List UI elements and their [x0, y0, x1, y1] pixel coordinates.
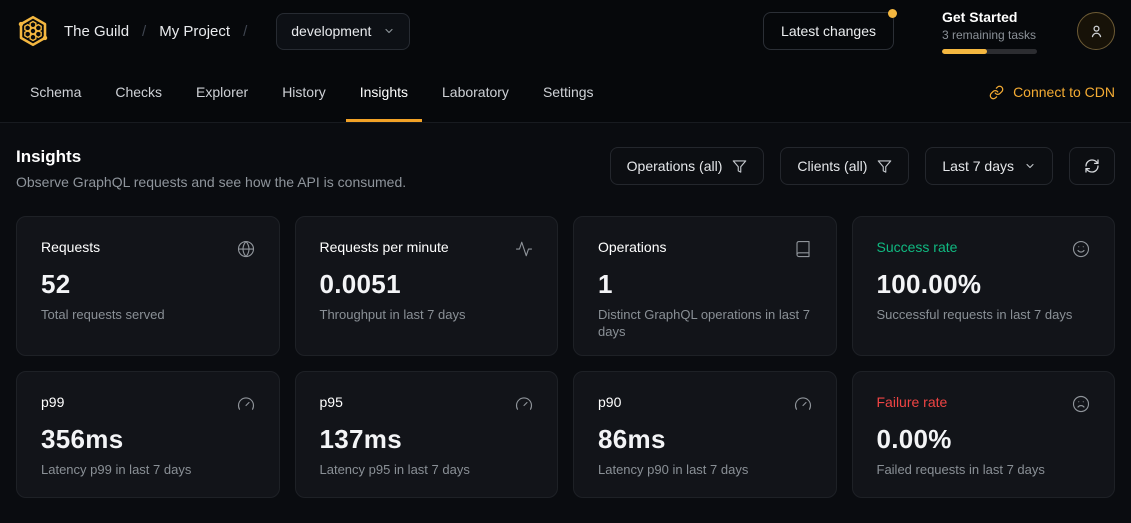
- book-icon: [794, 240, 812, 258]
- card-title: p95: [320, 394, 343, 410]
- stat-card-p99: p99 356ms Latency p99 in last 7 days: [16, 371, 280, 498]
- page-head-text: Insights Observe GraphQL requests and se…: [16, 147, 406, 190]
- card-description: Throughput in last 7 days: [320, 307, 534, 324]
- card-value: 1: [598, 269, 812, 300]
- primary-nav: Schema Checks Explorer History Insights …: [0, 62, 1131, 123]
- card-description: Distinct GraphQL operations in last 7 da…: [598, 307, 812, 341]
- get-started-widget[interactable]: Get Started 3 remaining tasks: [942, 9, 1037, 54]
- user-avatar[interactable]: [1077, 12, 1115, 50]
- card-value: 0.00%: [877, 424, 1091, 455]
- card-value: 356ms: [41, 424, 255, 455]
- stat-card-p90: p90 86ms Latency p90 in last 7 days: [573, 371, 837, 498]
- gauge-icon: [515, 395, 533, 413]
- date-range-value: Last 7 days: [942, 158, 1014, 174]
- breadcrumb-project[interactable]: My Project: [159, 23, 230, 40]
- card-title: p90: [598, 394, 621, 410]
- tab-laboratory[interactable]: Laboratory: [428, 62, 523, 122]
- get-started-progress-fill: [942, 49, 987, 54]
- guild-logo-icon[interactable]: [16, 14, 50, 48]
- stat-card-p95: p95 137ms Latency p95 in last 7 days: [295, 371, 559, 498]
- insights-controls: Operations (all) Clients (all) Last 7 da…: [610, 147, 1115, 185]
- globe-icon: [237, 240, 255, 258]
- notification-dot: [888, 9, 897, 18]
- nav-tabs: Schema Checks Explorer History Insights …: [16, 62, 614, 122]
- card-description: Failed requests in last 7 days: [877, 462, 1091, 479]
- card-value: 100.00%: [877, 269, 1091, 300]
- header-right: Latest changes Get Started 3 remaining t…: [763, 9, 1115, 54]
- clients-filter-button[interactable]: Clients (all): [780, 147, 909, 185]
- app-header: The Guild / My Project / development Lat…: [0, 0, 1131, 62]
- frown-icon: [1072, 395, 1090, 413]
- smile-icon: [1072, 240, 1090, 258]
- get-started-progress: [942, 49, 1037, 54]
- card-value: 52: [41, 269, 255, 300]
- connect-to-cdn-label: Connect to CDN: [1013, 84, 1115, 100]
- card-value: 86ms: [598, 424, 812, 455]
- tab-explorer[interactable]: Explorer: [182, 62, 262, 122]
- card-value: 137ms: [320, 424, 534, 455]
- page-head: Insights Observe GraphQL requests and se…: [16, 147, 1115, 190]
- tab-insights[interactable]: Insights: [346, 62, 422, 122]
- gauge-icon: [794, 395, 812, 413]
- clients-filter-label: Clients (all): [797, 158, 867, 174]
- chevron-down-icon: [1024, 160, 1036, 172]
- card-value: 0.0051: [320, 269, 534, 300]
- tab-history[interactable]: History: [268, 62, 340, 122]
- main-content: Insights Observe GraphQL requests and se…: [0, 123, 1131, 514]
- link-icon: [989, 85, 1004, 100]
- filter-icon: [877, 159, 892, 174]
- target-select-value: development: [291, 23, 371, 39]
- card-description: Total requests served: [41, 307, 255, 324]
- tab-schema[interactable]: Schema: [16, 62, 95, 122]
- card-description: Latency p90 in last 7 days: [598, 462, 812, 479]
- operations-filter-button[interactable]: Operations (all): [610, 147, 765, 185]
- stat-card-failure-rate: Failure rate 0.00% Failed requests in la…: [852, 371, 1116, 498]
- breadcrumb-separator: /: [142, 23, 146, 40]
- card-description: Latency p99 in last 7 days: [41, 462, 255, 479]
- filter-icon: [732, 159, 747, 174]
- operations-filter-label: Operations (all): [627, 158, 723, 174]
- latest-changes-button[interactable]: Latest changes: [763, 12, 894, 50]
- latest-changes-label: Latest changes: [781, 23, 876, 39]
- gauge-icon: [237, 395, 255, 413]
- tab-checks[interactable]: Checks: [101, 62, 176, 122]
- date-range-select[interactable]: Last 7 days: [925, 147, 1053, 185]
- refresh-button[interactable]: [1069, 147, 1115, 185]
- connect-to-cdn-link[interactable]: Connect to CDN: [989, 62, 1115, 122]
- stat-card-operations: Operations 1 Distinct GraphQL operations…: [573, 216, 837, 356]
- card-title: Requests: [41, 239, 100, 255]
- card-title: Operations: [598, 239, 666, 255]
- card-title: p99: [41, 394, 64, 410]
- person-icon: [1088, 23, 1105, 40]
- card-title: Success rate: [877, 239, 958, 255]
- stat-card-requests: Requests 52 Total requests served: [16, 216, 280, 356]
- page-subtitle: Observe GraphQL requests and see how the…: [16, 174, 406, 190]
- card-description: Latency p95 in last 7 days: [320, 462, 534, 479]
- target-select[interactable]: development: [276, 13, 410, 50]
- card-title: Failure rate: [877, 394, 948, 410]
- stat-card-rpm: Requests per minute 0.0051 Throughput in…: [295, 216, 559, 356]
- breadcrumb-org[interactable]: The Guild: [64, 23, 129, 40]
- chevron-down-icon: [383, 25, 395, 37]
- get-started-title: Get Started: [942, 9, 1037, 25]
- get-started-subtitle: 3 remaining tasks: [942, 28, 1037, 42]
- card-description: Successful requests in last 7 days: [877, 307, 1091, 324]
- activity-icon: [515, 240, 533, 258]
- card-title: Requests per minute: [320, 239, 449, 255]
- page-title: Insights: [16, 147, 406, 167]
- breadcrumb-separator: /: [243, 23, 247, 40]
- refresh-icon: [1084, 158, 1100, 174]
- stat-card-success-rate: Success rate 100.00% Successful requests…: [852, 216, 1116, 356]
- tab-settings[interactable]: Settings: [529, 62, 608, 122]
- stats-grid: Requests 52 Total requests served Reques…: [16, 216, 1115, 498]
